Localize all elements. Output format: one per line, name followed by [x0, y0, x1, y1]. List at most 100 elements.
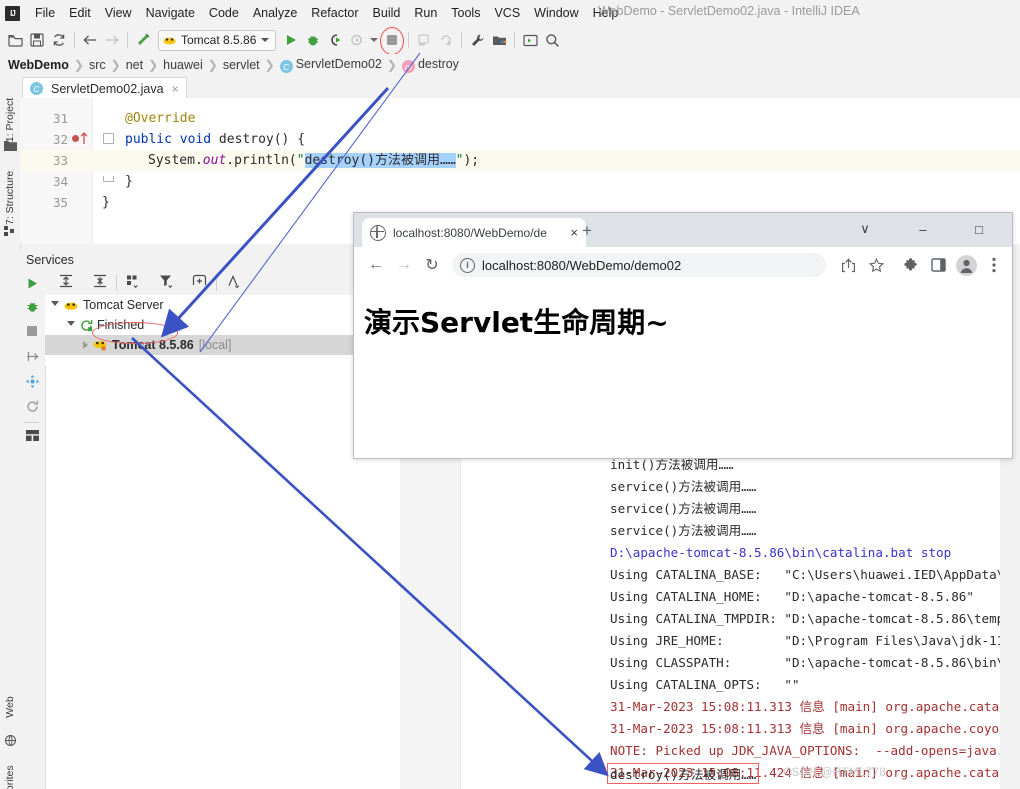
menu-item-run[interactable]: Run — [407, 4, 444, 22]
reload-icon[interactable]: ↻ — [418, 251, 446, 279]
breadcrumb-item-webdemo[interactable]: WebDemo — [8, 58, 69, 72]
console-output[interactable] — [400, 452, 1000, 789]
minimize-button[interactable]: – — [906, 216, 940, 242]
run-icon[interactable] — [26, 277, 39, 293]
layout-icon[interactable] — [26, 430, 39, 444]
fold-marker-close-icon[interactable] — [103, 176, 114, 182]
breadcrumb-item-destroy[interactable]: m destroy — [401, 57, 459, 74]
bookmark-star-icon[interactable] — [862, 251, 890, 279]
chevron-down-icon[interactable] — [51, 300, 59, 310]
open-folder-icon[interactable] — [4, 29, 26, 51]
info-circle-icon[interactable]: i — [460, 257, 475, 273]
tree-node-tomcat-local[interactable]: Tomcat 8.5.86 [local] — [45, 335, 400, 355]
menu-item-code[interactable]: Code — [202, 4, 246, 22]
build-hammer-icon[interactable] — [132, 29, 154, 51]
breakpoint-icon[interactable] — [72, 135, 79, 142]
menu-item-analyze[interactable]: Analyze — [246, 4, 304, 22]
menu-item-vcs[interactable]: VCS — [487, 4, 527, 22]
search-everywhere-icon[interactable] — [541, 29, 563, 51]
menu-item-tools[interactable]: Tools — [444, 4, 487, 22]
breadcrumb-item-servlet[interactable]: servlet — [223, 58, 260, 72]
move-icon[interactable] — [26, 375, 39, 391]
fold-marker-open-icon[interactable] — [103, 133, 114, 144]
ide-window: IJ File Edit View Navigate Code Analyze … — [0, 0, 1020, 789]
browser-page-content: 演示Servlet生命周期~ — [354, 283, 1012, 456]
expand-all-icon[interactable] — [59, 274, 73, 291]
breadcrumb-separator: ❯ — [73, 58, 84, 72]
tab-search-chevron-icon[interactable]: ∨ — [848, 216, 882, 242]
tool-window-button-favorites[interactable]: Favorites — [4, 761, 16, 789]
menu-item-file[interactable]: File — [28, 4, 62, 22]
breadcrumb-item-net[interactable]: net — [126, 58, 143, 72]
profile-icon — [346, 29, 368, 51]
add-tab-icon[interactable] — [192, 274, 207, 291]
terminal-icon[interactable] — [519, 29, 541, 51]
stop-button[interactable] — [380, 27, 405, 55]
debug-icon[interactable] — [302, 29, 324, 51]
menu-item-build[interactable]: Build — [366, 4, 408, 22]
chevron-right-icon[interactable] — [83, 341, 88, 349]
save-icon[interactable] — [26, 29, 48, 51]
side-panel-icon[interactable] — [924, 251, 952, 279]
add-service-icon[interactable] — [226, 274, 241, 291]
close-icon[interactable]: × — [172, 82, 179, 96]
breadcrumb-item-servletdemo02[interactable]: C ServletDemo02 — [279, 57, 382, 74]
sync-icon[interactable] — [48, 29, 70, 51]
browser-tab[interactable]: localhost:8080/WebDemo/de × — [362, 218, 586, 247]
menu-item-edit[interactable]: Edit — [62, 4, 98, 22]
run-icon[interactable] — [280, 29, 302, 51]
code-line-33: System.out.println("destroy()方法被调用……"); — [148, 153, 480, 168]
services-tree[interactable]: Tomcat Server Finished Tomcat 8.5.86 [lo… — [45, 295, 400, 365]
deploy-icon — [413, 29, 435, 51]
run-with-coverage-icon[interactable] — [324, 29, 346, 51]
settings-wrench-icon[interactable] — [466, 29, 488, 51]
menu-bar: IJ File Edit View Navigate Code Analyze … — [0, 0, 1020, 27]
close-icon[interactable]: × — [570, 225, 578, 240]
run-configuration-selector[interactable]: Tomcat 8.5.86 — [158, 29, 277, 51]
services-toolbar-divider — [116, 274, 117, 291]
project-structure-icon[interactable] — [488, 29, 510, 51]
filter-icon[interactable] — [159, 274, 174, 291]
breadcrumb-separator: ❯ — [386, 58, 397, 72]
group-by-icon[interactable] — [126, 274, 141, 291]
chevron-down-icon[interactable] — [67, 320, 75, 330]
chrome-menu-icon[interactable] — [980, 251, 1008, 279]
breadcrumb-separator: ❯ — [148, 58, 159, 72]
breadcrumb-item-huawei[interactable]: huawei — [163, 58, 203, 72]
tree-node-tomcat-server[interactable]: Tomcat Server — [45, 295, 400, 315]
menu-item-navigate[interactable]: Navigate — [139, 4, 202, 22]
breadcrumb-separator: ❯ — [264, 58, 275, 72]
breadcrumb-item-src[interactable]: src — [89, 58, 106, 72]
editor-tab-servletdemo02[interactable]: C ServletDemo02.java × — [22, 77, 187, 99]
menu-item-view[interactable]: View — [98, 4, 139, 22]
menu-item-window[interactable]: Window — [527, 4, 585, 22]
new-tab-button[interactable]: + — [582, 222, 592, 239]
profile-dropdown-caret-icon[interactable] — [368, 29, 380, 51]
extensions-puzzle-icon[interactable] — [896, 251, 924, 279]
rerun-icon[interactable] — [26, 400, 39, 416]
override-method-marker-icon[interactable] — [80, 131, 88, 147]
tool-window-button-project[interactable]: 1: Project — [4, 94, 16, 146]
back-arrow-icon[interactable]: ← — [362, 251, 390, 279]
debug-icon[interactable] — [26, 300, 39, 316]
menu-item-refactor[interactable]: Refactor — [304, 4, 365, 22]
profile-avatar-icon[interactable] — [952, 251, 980, 279]
tree-node-finished[interactable]: Finished — [45, 315, 400, 335]
back-arrow-icon[interactable] — [79, 29, 101, 51]
rerun-green-icon — [81, 319, 93, 331]
tomcat-icon — [93, 341, 107, 351]
tool-window-button-web[interactable]: Web — [4, 681, 16, 733]
share-icon[interactable] — [834, 251, 862, 279]
collapse-all-icon[interactable] — [93, 274, 107, 291]
address-bar[interactable]: i localhost:8080/WebDemo/demo02 — [452, 253, 826, 277]
expand-collapse-icon[interactable] — [26, 350, 39, 366]
chevron-down-icon[interactable] — [261, 38, 270, 42]
services-toolbar-divider-2 — [216, 274, 217, 291]
side-toolbar-divider — [24, 422, 39, 423]
console-line-destroy: destroy()方法被调用…… — [610, 767, 757, 782]
stop-icon[interactable] — [26, 325, 38, 340]
browser-toolbar: ← → ↻ i localhost:8080/WebDemo/demo02 — [354, 247, 1012, 284]
tool-window-button-structure[interactable]: 7: Structure — [4, 171, 16, 225]
maximize-button[interactable]: □ — [962, 216, 996, 242]
chrome-browser-window[interactable]: localhost:8080/WebDemo/de × + ∨ – □ ✕ ← … — [353, 212, 1013, 459]
